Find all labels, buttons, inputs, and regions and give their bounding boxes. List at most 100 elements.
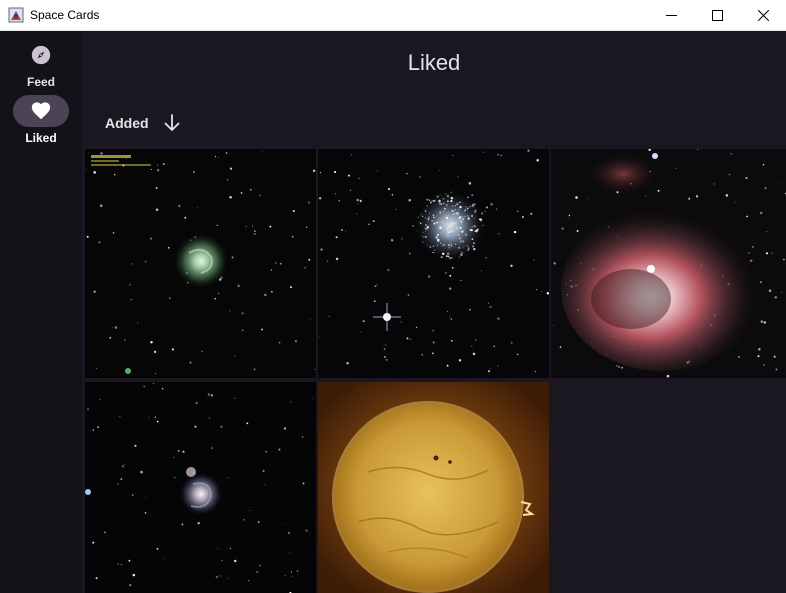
sort-control[interactable]: Added — [105, 114, 181, 132]
star — [356, 198, 359, 202]
star — [376, 170, 378, 172]
star — [283, 427, 287, 430]
star — [738, 356, 740, 358]
star — [495, 208, 498, 210]
star — [253, 368, 256, 371]
star — [229, 547, 232, 550]
star — [489, 367, 491, 369]
star — [207, 393, 211, 396]
star — [688, 197, 691, 200]
star — [745, 176, 748, 180]
star — [435, 236, 438, 239]
star — [576, 230, 579, 232]
star — [247, 579, 250, 582]
star — [497, 365, 499, 367]
star — [383, 355, 386, 359]
minimize-button[interactable] — [648, 0, 694, 31]
star — [155, 187, 158, 189]
star — [437, 241, 439, 243]
nav-item-liked[interactable]: Liked — [0, 95, 82, 145]
star — [155, 373, 157, 375]
star — [117, 482, 119, 485]
star — [93, 290, 96, 294]
star — [292, 209, 295, 213]
image-card-spiral-galaxy[interactable] — [85, 149, 316, 378]
star — [228, 578, 229, 579]
arrow-down-icon[interactable] — [163, 114, 181, 132]
star — [269, 225, 272, 228]
star — [309, 318, 311, 320]
star — [432, 352, 434, 355]
star — [284, 575, 286, 577]
star — [464, 233, 468, 236]
star — [409, 338, 412, 341]
star — [446, 364, 449, 367]
star — [154, 350, 157, 353]
star — [432, 199, 435, 203]
star — [154, 416, 157, 418]
star — [256, 571, 259, 574]
star — [314, 368, 316, 370]
whirlpool-galaxy-image — [85, 382, 316, 593]
image-card-whirlpool-galaxy[interactable] — [85, 382, 316, 593]
star — [466, 244, 469, 247]
star — [443, 210, 445, 213]
star — [356, 213, 358, 215]
star — [436, 233, 439, 236]
star — [773, 355, 776, 358]
minimize-icon — [665, 15, 677, 16]
star — [695, 195, 699, 198]
star — [728, 173, 731, 176]
star — [406, 337, 409, 340]
star — [302, 482, 305, 485]
star — [245, 225, 247, 227]
star — [427, 216, 430, 219]
star — [150, 340, 153, 344]
star — [458, 201, 460, 203]
star — [474, 218, 476, 220]
star — [621, 366, 623, 369]
star — [249, 510, 251, 511]
star — [86, 169, 87, 171]
close-button[interactable] — [740, 0, 786, 31]
star — [725, 194, 729, 197]
star — [278, 448, 281, 451]
star — [431, 220, 433, 222]
star — [241, 329, 244, 331]
star — [450, 318, 452, 320]
star — [757, 355, 760, 358]
star — [328, 315, 330, 318]
star — [210, 394, 214, 397]
image-card-nebula[interactable] — [551, 149, 786, 378]
star — [454, 208, 457, 211]
star — [436, 244, 438, 246]
star — [275, 262, 277, 264]
star — [92, 541, 95, 544]
star — [234, 355, 236, 357]
star — [454, 212, 456, 215]
star — [214, 297, 217, 300]
star — [448, 256, 452, 260]
star — [459, 227, 462, 229]
maximize-button[interactable] — [694, 0, 740, 31]
star — [446, 228, 448, 230]
nav-item-feed[interactable]: Feed — [0, 39, 82, 89]
star — [450, 340, 453, 342]
star — [450, 196, 454, 200]
star — [536, 159, 539, 162]
star — [616, 365, 618, 367]
star — [417, 216, 419, 218]
star — [86, 235, 89, 238]
image-card-globular-cluster[interactable] — [318, 149, 549, 378]
star — [450, 243, 453, 246]
star — [362, 320, 365, 323]
star — [567, 218, 569, 219]
star — [128, 559, 131, 562]
sort-label: Added — [105, 115, 149, 131]
app-icon — [8, 7, 24, 23]
star — [461, 251, 464, 254]
star — [372, 220, 375, 223]
star — [460, 220, 463, 224]
image-card-sun[interactable] — [318, 382, 549, 593]
star — [467, 196, 469, 199]
